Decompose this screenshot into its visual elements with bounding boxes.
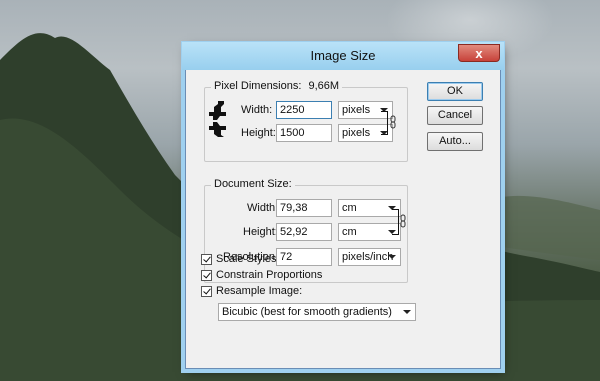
resample-image-label[interactable]: Resample Image: <box>216 285 302 297</box>
close-icon: x <box>475 46 483 61</box>
close-button[interactable]: x <box>458 44 500 62</box>
pixel-width-unit-value: pixels <box>342 104 371 116</box>
title-bar[interactable]: Image Size x <box>182 42 504 70</box>
pixel-height-label: Height: <box>241 127 276 139</box>
doc-height-unit-value: cm <box>342 226 357 238</box>
pixel-dimensions-group: Pixel Dimensions: 9,66M Width: 2250 pixe… <box>204 80 408 162</box>
doc-width-input[interactable]: 79,38 <box>276 199 332 217</box>
chevron-down-icon <box>388 255 396 259</box>
chain-link-icon[interactable] <box>400 214 406 228</box>
cancel-button[interactable]: Cancel <box>427 106 483 125</box>
resolution-unit-value: pixels/inch <box>342 251 394 263</box>
chevron-down-icon <box>403 310 411 314</box>
chain-link-icon[interactable] <box>390 115 396 129</box>
ok-button[interactable]: OK <box>427 82 483 101</box>
scale-styles-checkbox[interactable] <box>201 254 212 265</box>
resolution-input[interactable]: 72 <box>276 248 332 266</box>
pixel-width-label: Width: <box>241 104 273 116</box>
doc-height-label: Height: <box>243 226 278 238</box>
resample-method-value: Bicubic (best for smooth gradients) <box>222 306 392 318</box>
constrain-proportions-label[interactable]: Constrain Proportions <box>216 269 322 281</box>
auto-button[interactable]: Auto... <box>427 132 483 151</box>
resolution-unit-select[interactable]: pixels/inch <box>338 248 401 266</box>
image-size-dialog: Image Size x Pixel Dimensions: 9,66M Wid… <box>182 42 504 369</box>
pixel-link-bracket <box>381 111 388 135</box>
pixel-height-input[interactable]: 1500 <box>276 124 332 142</box>
doc-link-bracket <box>392 209 399 235</box>
pixel-height-unit-value: pixels <box>342 127 371 139</box>
pixel-dimensions-size: 9,66M <box>308 80 340 92</box>
pixel-width-input[interactable]: 2250 <box>276 101 332 119</box>
document-size-title: Document Size: <box>211 178 295 190</box>
dialog-body: Pixel Dimensions: 9,66M Width: 2250 pixe… <box>186 70 500 368</box>
doc-width-label: Width: <box>247 202 279 214</box>
scale-styles-label[interactable]: Scale Styles <box>216 253 277 265</box>
pixel-dimensions-title: Pixel Dimensions: 9,66M <box>211 80 343 92</box>
dialog-title: Image Size <box>310 48 376 63</box>
doc-width-unit-value: cm <box>342 202 357 214</box>
constrain-proportions-checkbox[interactable] <box>201 270 212 281</box>
move-cursor-icon <box>209 101 226 137</box>
resample-image-checkbox[interactable] <box>201 286 212 297</box>
resample-method-select[interactable]: Bicubic (best for smooth gradients) <box>218 303 416 321</box>
doc-height-input[interactable]: 52,92 <box>276 223 332 241</box>
